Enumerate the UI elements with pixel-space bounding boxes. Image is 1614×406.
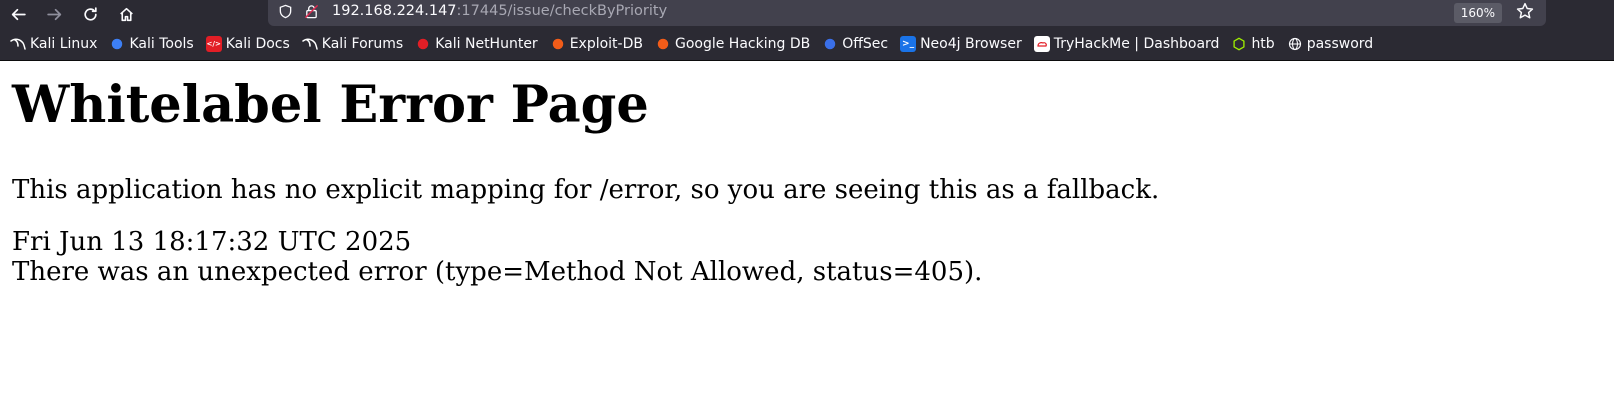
kali-docs-icon: </> bbox=[205, 36, 222, 52]
bookmark-label: OffSec bbox=[842, 36, 889, 52]
url-bar[interactable]: 192.168.224.147:17445/issue/checkByPrior… bbox=[268, 0, 1546, 26]
error-detail: There was an unexpected error (type=Meth… bbox=[12, 257, 983, 287]
insecure-lock-icon[interactable] bbox=[302, 2, 320, 20]
bookmark-kali-linux[interactable]: Kali Linux bbox=[10, 36, 97, 52]
forward-arrow-icon bbox=[46, 8, 61, 20]
bookmark-kali-tools[interactable]: Kali Tools bbox=[109, 36, 194, 52]
url-path: :17445/issue/checkByPriority bbox=[456, 3, 668, 19]
error-timestamp: Fri Jun 13 18:17:32 UTC 2025 bbox=[12, 227, 412, 257]
bookmark-kali-nethunter[interactable]: Kali NetHunter bbox=[415, 36, 538, 52]
ghdb-icon bbox=[655, 36, 671, 52]
fallback-message: This application has no explicit mapping… bbox=[12, 175, 1160, 205]
zoom-level-button[interactable]: 160% bbox=[1453, 3, 1502, 23]
bookmark-tryhackme-dashboard[interactable]: TryHackMe | Dashboard bbox=[1033, 36, 1220, 52]
bookmark-label: Neo4j Browser bbox=[920, 36, 1022, 52]
shield-icon[interactable] bbox=[276, 2, 294, 20]
bookmark-offsec[interactable]: OffSec bbox=[822, 36, 888, 52]
bookmark-label: TryHackMe | Dashboard bbox=[1053, 36, 1220, 52]
bookmark-password[interactable]: password bbox=[1287, 36, 1373, 52]
kali-dragon-icon bbox=[302, 36, 318, 52]
bookmark-label: Kali Linux bbox=[30, 36, 98, 52]
page-title: Whitelabel Error Page bbox=[12, 75, 649, 135]
nethunter-icon bbox=[415, 36, 431, 52]
error-page: Whitelabel Error Page This application h… bbox=[0, 75, 1614, 287]
bookmark-google-hacking-db[interactable]: Google Hacking DB bbox=[655, 36, 810, 52]
bookmark-htb[interactable]: htb bbox=[1231, 36, 1275, 52]
bookmark-kali-forums[interactable]: Kali Forums bbox=[302, 36, 403, 52]
kali-tools-icon bbox=[109, 36, 125, 52]
neo4j-icon: >_ bbox=[900, 36, 917, 52]
bookmark-label: Google Hacking DB bbox=[674, 36, 811, 52]
home-button[interactable] bbox=[108, 0, 144, 28]
bookmarks-toolbar: Kali Linux Kali Tools </> Kali Docs Kali For… bbox=[0, 28, 1614, 61]
bookmark-label: htb bbox=[1251, 36, 1275, 52]
browser-toolbar: 192.168.224.147:17445/issue/checkByPrior… bbox=[0, 0, 1614, 28]
back-button[interactable] bbox=[0, 0, 36, 28]
exploit-db-icon bbox=[550, 36, 566, 52]
home-icon bbox=[119, 7, 133, 21]
bookmark-label: password bbox=[1306, 36, 1374, 52]
forward-button[interactable] bbox=[36, 0, 72, 28]
bookmark-exploit-db[interactable]: Exploit-DB bbox=[550, 36, 643, 52]
kali-dragon-icon bbox=[10, 36, 26, 52]
bookmark-kali-docs[interactable]: </> Kali Docs bbox=[205, 36, 290, 52]
bookmark-label: Kali NetHunter bbox=[435, 36, 538, 52]
url-host: 192.168.224.147 bbox=[332, 3, 457, 19]
bookmark-label: Kali Forums bbox=[321, 36, 404, 52]
htb-icon bbox=[1231, 36, 1247, 52]
offsec-icon bbox=[822, 36, 838, 52]
bookmark-label: Kali Docs bbox=[225, 36, 290, 52]
bookmark-star-icon[interactable] bbox=[1516, 2, 1534, 24]
url-text[interactable]: 192.168.224.147:17445/issue/checkByPrior… bbox=[332, 3, 667, 19]
tryhackme-icon bbox=[1033, 36, 1050, 52]
reload-button[interactable] bbox=[72, 0, 108, 28]
bookmark-neo4j-browser[interactable]: >_ Neo4j Browser bbox=[900, 36, 1022, 52]
bookmark-label: Exploit-DB bbox=[569, 36, 643, 52]
bookmark-label: Kali Tools bbox=[129, 36, 194, 52]
reload-icon bbox=[83, 6, 97, 21]
globe-icon bbox=[1287, 36, 1303, 52]
back-arrow-icon bbox=[11, 8, 26, 20]
